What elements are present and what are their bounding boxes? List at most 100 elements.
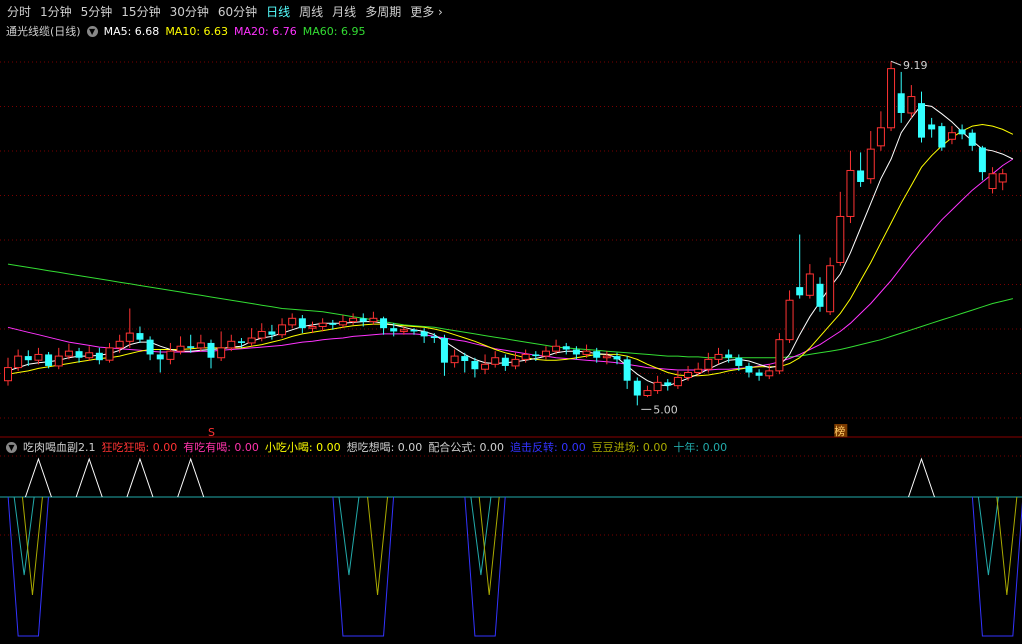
candle-body: [75, 351, 83, 358]
candle-body: [572, 349, 580, 355]
candle-body: [816, 283, 824, 307]
candle-body: [552, 345, 561, 352]
candle-body: [653, 381, 662, 392]
spike-signal: [908, 457, 935, 498]
teal-signal: [338, 496, 360, 576]
candle-body: [857, 170, 865, 182]
candle-body: [765, 370, 774, 377]
candle-body: [796, 287, 804, 296]
candle-body: [613, 356, 621, 360]
candle-body: [64, 350, 73, 357]
candle-body: [187, 346, 195, 348]
candle-body: [673, 376, 682, 387]
candle-body: [541, 350, 550, 357]
candle-body: [45, 354, 53, 366]
buy-marker: S: [208, 426, 215, 439]
candle-body: [399, 329, 408, 332]
candle-body: [725, 354, 733, 358]
candle-body: [318, 322, 327, 328]
candle-body: [430, 336, 438, 339]
candle-body: [826, 265, 835, 313]
candle-body: [85, 352, 94, 359]
candle-body: [745, 365, 753, 373]
candle-body: [268, 331, 276, 335]
candle-body: [481, 363, 490, 370]
candle-body: [501, 357, 509, 366]
candle-body: [876, 127, 885, 147]
candle-body: [887, 68, 896, 129]
candle-body: [420, 331, 428, 337]
candle-body: [390, 328, 398, 332]
spike-signal: [177, 457, 205, 498]
candle-body: [359, 318, 367, 322]
candle-body: [643, 390, 652, 397]
candle-body: [664, 382, 672, 386]
ma5-line: [7, 104, 1014, 387]
kline-chart: 9.19 5.00 S 榜: [0, 59, 1022, 637]
candle-body: [410, 329, 418, 332]
candle-body: [805, 273, 814, 296]
candle-body: [156, 354, 164, 360]
candle-body: [196, 342, 205, 349]
candle-body: [146, 339, 154, 355]
olive-signal: [996, 496, 1018, 596]
candle-body: [338, 321, 347, 326]
candle-body: [136, 333, 144, 340]
candle-body: [380, 318, 388, 329]
spike-signal: [126, 457, 154, 498]
candle-body: [714, 353, 723, 360]
candle-body: [461, 356, 469, 362]
candle-body: [471, 361, 479, 370]
candle-body: [684, 372, 693, 378]
candle-body: [633, 380, 641, 396]
high-price-label: 9.19: [903, 59, 928, 72]
candle-body: [562, 346, 570, 350]
candle-body: [593, 351, 601, 358]
candle-body: [907, 96, 916, 114]
candle-body: [24, 356, 32, 361]
candle-body: [947, 132, 956, 140]
candle-body: [166, 350, 175, 360]
candle-body: [958, 129, 966, 135]
teal-signal: [977, 496, 999, 576]
candle-body: [207, 342, 215, 358]
candle-body: [978, 147, 986, 173]
candle-body: [176, 345, 185, 352]
candle-body: [105, 347, 114, 361]
candle-body: [288, 317, 297, 326]
candle-body: [918, 103, 925, 138]
tag-label: 榜: [834, 424, 845, 438]
low-price-label: 5.00: [653, 403, 678, 416]
spike-signal: [75, 457, 103, 498]
drop-signal: [7, 496, 49, 637]
candle-body: [349, 317, 358, 323]
candle-body: [846, 169, 855, 217]
candle-body: [115, 340, 124, 349]
candle-body: [785, 299, 794, 341]
candle-body: [582, 350, 591, 355]
candle-body: [755, 372, 763, 376]
candle-body: [968, 132, 976, 146]
candle-body: [775, 339, 784, 372]
teal-signal: [470, 496, 492, 576]
candle-body: [694, 368, 703, 374]
candle-body: [298, 318, 306, 329]
candle-body: [34, 353, 43, 361]
candle-body: [988, 173, 997, 190]
candle-body: [602, 355, 611, 359]
candle-body: [257, 330, 266, 339]
candle-body: [998, 173, 1007, 183]
candle-body: [836, 215, 845, 263]
candle-body: [4, 367, 12, 382]
candle-body: [440, 338, 448, 363]
candle-body: [866, 148, 875, 180]
candle-body: [450, 355, 459, 364]
candle-body: [54, 355, 63, 367]
candle-body: [928, 124, 936, 130]
candle-body: [329, 323, 337, 325]
candle-body: [532, 354, 540, 357]
candle-body: [14, 355, 23, 369]
ma20-line: [7, 158, 1014, 371]
candle-body: [623, 359, 631, 381]
candle-body: [278, 324, 287, 336]
